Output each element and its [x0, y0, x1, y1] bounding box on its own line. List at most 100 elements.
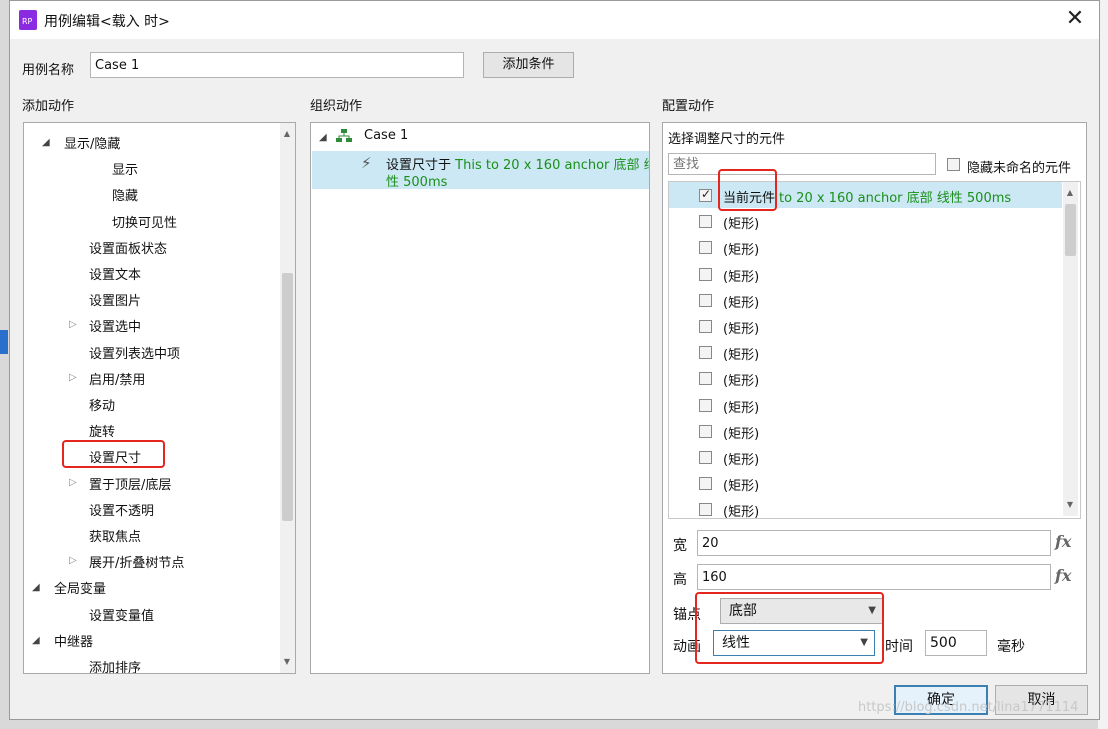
widget-row[interactable]: (矩形): [669, 496, 1062, 519]
collapse-triangle-icon[interactable]: ◢: [32, 582, 40, 593]
add-action-item[interactable]: 设置文本: [89, 264, 141, 283]
widget-row[interactable]: (矩形): [669, 313, 1062, 339]
expand-triangle-icon[interactable]: ▷: [69, 555, 77, 566]
add-action-item[interactable]: 显示: [112, 159, 138, 178]
add-action-item[interactable]: 展开/折叠树节点: [89, 552, 184, 571]
widget-row[interactable]: (矩形): [669, 418, 1062, 444]
add-action-item[interactable]: 移动: [89, 395, 115, 414]
widget-checkbox[interactable]: [699, 398, 712, 412]
title-bar: RP 用例编辑<载入 时> ✕: [10, 1, 1099, 39]
widget-row[interactable]: (矩形): [669, 261, 1062, 287]
add-action-item[interactable]: 设置选中: [89, 316, 141, 335]
expand-triangle-icon[interactable]: ▷: [69, 477, 77, 488]
add-action-item[interactable]: 获取焦点: [89, 526, 141, 545]
organize-action-header: 组织动作: [310, 99, 363, 114]
widget-checkbox[interactable]: [699, 477, 712, 491]
add-action-header: 添加动作: [22, 99, 75, 114]
expand-triangle-icon[interactable]: ▷: [69, 319, 77, 330]
add-action-item[interactable]: 全局变量: [54, 578, 106, 597]
collapse-triangle-icon[interactable]: ◢: [32, 635, 40, 646]
add-action-scrollbar[interactable]: ▲ ▼: [280, 123, 295, 673]
width-fx-icon[interactable]: fx: [1055, 532, 1071, 551]
axure-rp-icon: RP: [19, 10, 37, 30]
widget-row[interactable]: (矩形): [669, 470, 1062, 496]
add-action-item[interactable]: 设置面板状态: [89, 238, 167, 257]
widget-name: (矩形): [723, 453, 760, 468]
widget-checkbox[interactable]: [699, 215, 712, 229]
animation-label: 动画: [673, 639, 701, 655]
case-label[interactable]: Case 1: [364, 128, 408, 143]
case-name-label: 用例名称: [22, 63, 75, 78]
scroll-up-arrow-icon[interactable]: ▲: [280, 129, 294, 138]
widget-name: 当前元件: [723, 191, 776, 206]
widget-scroll-thumb[interactable]: [1065, 204, 1076, 256]
height-input[interactable]: [697, 564, 1051, 590]
widget-name: (矩形): [723, 295, 760, 311]
add-action-item[interactable]: 显示/隐藏: [64, 133, 120, 152]
widget-checkbox[interactable]: [699, 451, 712, 464]
add-condition-button[interactable]: 添加条件: [483, 52, 574, 78]
add-action-item[interactable]: 启用/禁用: [89, 369, 145, 388]
add-action-item[interactable]: 设置尺寸: [89, 447, 141, 466]
case-editor-dialog: RP 用例编辑<载入 时> ✕ 用例名称 添加条件 添加动作 组织动作 配置动作…: [9, 0, 1100, 720]
widget-row[interactable]: (矩形): [669, 392, 1062, 418]
time-input[interactable]: [925, 630, 987, 656]
add-action-item[interactable]: 设置列表选中项: [89, 343, 180, 362]
widget-name: (矩形): [723, 348, 760, 364]
configure-action-panel: 选择调整尺寸的元件 隐藏未命名的元件 当前元件to 20 x 160 ancho…: [662, 122, 1087, 674]
widget-checkbox[interactable]: [699, 372, 712, 386]
add-action-item[interactable]: 旋转: [89, 421, 115, 440]
widget-row[interactable]: (矩形): [669, 234, 1062, 260]
add-action-item[interactable]: 中继器: [54, 631, 93, 650]
widget-checkbox[interactable]: [699, 320, 712, 333]
add-action-item[interactable]: 隐藏: [112, 185, 138, 204]
case-name-input[interactable]: [90, 52, 464, 78]
widget-checkbox[interactable]: [699, 187, 712, 202]
select-widget-label: 选择调整尺寸的元件: [668, 132, 786, 147]
widget-name: (矩形): [723, 505, 760, 519]
widget-checkbox[interactable]: [699, 293, 712, 307]
animation-select[interactable]: 线性 ▼: [713, 630, 875, 656]
widget-row[interactable]: (矩形): [669, 287, 1062, 313]
scroll-thumb[interactable]: [282, 273, 293, 521]
widget-list-scrollbar[interactable]: ▲ ▼: [1063, 182, 1078, 516]
widget-search-input[interactable]: [668, 153, 936, 175]
add-action-item[interactable]: 置于顶层/底层: [89, 474, 171, 493]
height-fx-icon[interactable]: fx: [1055, 566, 1071, 585]
organize-action-tree: ◢ Case 1 ⚡ 设置尺寸于 This to 20 x 160 anchor…: [310, 122, 650, 674]
widget-checkbox[interactable]: [699, 503, 712, 517]
widget-row[interactable]: (矩形): [669, 365, 1062, 391]
anchor-select[interactable]: 底部 ▼: [720, 598, 883, 624]
add-action-item[interactable]: 设置不透明: [89, 500, 154, 519]
height-label: 高: [673, 572, 687, 588]
collapse-triangle-icon[interactable]: ◢: [319, 132, 327, 143]
widget-checkbox[interactable]: [699, 346, 712, 360]
add-action-item[interactable]: 设置变量值: [89, 605, 154, 624]
expand-triangle-icon[interactable]: ▷: [69, 372, 77, 383]
widget-scroll-down-icon[interactable]: ▼: [1063, 500, 1077, 509]
chevron-down-icon: ▼: [868, 605, 876, 616]
widget-row[interactable]: (矩形): [669, 444, 1062, 470]
hide-unnamed-label: 隐藏未命名的元件: [967, 161, 1072, 176]
widget-scroll-up-icon[interactable]: ▲: [1063, 188, 1077, 197]
close-button[interactable]: ✕: [1061, 5, 1089, 33]
widget-checkbox[interactable]: [699, 267, 712, 281]
hide-unnamed-checkbox[interactable]: [947, 158, 960, 171]
widget-name: (矩形): [723, 400, 760, 416]
widget-name: (矩形): [723, 322, 760, 337]
scroll-down-arrow-icon[interactable]: ▼: [280, 657, 294, 666]
widget-row[interactable]: 当前元件to 20 x 160 anchor 底部 线性 500ms: [669, 182, 1062, 208]
widget-row[interactable]: (矩形): [669, 208, 1062, 234]
widget-row[interactable]: (矩形): [669, 339, 1062, 365]
watermark: https://blog.csdn.net/lina1771114: [858, 700, 1079, 715]
milliseconds-label: 毫秒: [997, 639, 1025, 655]
collapse-triangle-icon[interactable]: ◢: [42, 137, 50, 148]
add-action-item[interactable]: 设置图片: [89, 290, 141, 309]
widget-checkbox[interactable]: [699, 424, 712, 438]
widget-name: (矩形): [723, 426, 760, 442]
widget-name: (矩形): [723, 479, 760, 495]
add-action-item[interactable]: 切换可见性: [112, 212, 177, 231]
widget-checkbox[interactable]: [699, 241, 712, 255]
add-action-item[interactable]: 添加排序: [89, 657, 141, 673]
width-input[interactable]: [697, 530, 1051, 556]
